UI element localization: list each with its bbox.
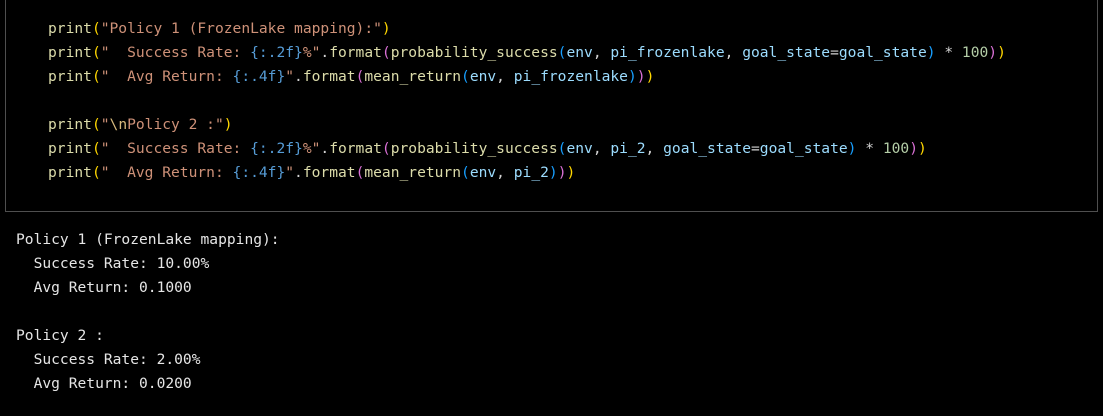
code-token: \n xyxy=(109,116,128,133)
code-token: ) xyxy=(223,116,233,133)
code-token: ( xyxy=(91,116,101,133)
code-token: " xyxy=(285,164,295,181)
code-token: " Success Rate: xyxy=(100,140,251,157)
code-token: env xyxy=(566,44,593,61)
code-token: ) xyxy=(917,140,927,157)
code-token: print xyxy=(48,20,92,37)
code-token: goal_state xyxy=(742,44,831,61)
code-token: {:.2f} xyxy=(250,44,303,61)
code-token: ) xyxy=(997,44,1006,61)
code-line-5: print("\nPolicy 2 :") xyxy=(48,113,233,137)
code-token: . xyxy=(294,164,303,181)
code-token: format xyxy=(329,140,382,157)
code-token: format xyxy=(302,164,356,181)
code-token: pi_2 xyxy=(610,140,646,157)
code-token: ) xyxy=(636,68,646,85)
code-token: = xyxy=(751,140,760,157)
output-line: Avg Return: 0.1000 xyxy=(16,279,192,296)
code-token: %" xyxy=(302,140,321,157)
code-token: * xyxy=(856,140,883,157)
code-token: . xyxy=(294,68,303,85)
code-token: ) xyxy=(909,140,918,157)
code-token: mean_return xyxy=(364,68,462,85)
output-line: Avg Return: 0.0200 xyxy=(16,375,192,392)
code-token: " Avg Return: xyxy=(100,68,233,85)
code-token: pi_2 xyxy=(513,164,549,181)
code-token: goal_state xyxy=(759,140,848,157)
code-token: mean_return xyxy=(364,164,462,181)
code-line-1: print("Policy 1 (FrozenLake mapping):") xyxy=(48,17,391,41)
code-token: ( xyxy=(461,68,470,85)
code-token: print xyxy=(48,164,92,181)
code-token: 100 xyxy=(882,140,910,157)
code-token: ) xyxy=(566,164,576,181)
code-token: ) xyxy=(381,20,391,37)
code-token: print xyxy=(48,68,92,85)
code-line-7: print(" Avg Return: {:.4f}".format(mean_… xyxy=(48,161,575,185)
code-token: format xyxy=(329,44,382,61)
output-line: Success Rate: 2.00% xyxy=(16,351,201,368)
code-token: print xyxy=(48,140,92,157)
code-token: . xyxy=(320,140,330,157)
code-token: ( xyxy=(461,164,470,181)
code-token: ) xyxy=(645,68,655,85)
code-token: pi_frozenlake xyxy=(513,68,628,85)
code-token: ) xyxy=(926,44,936,61)
code-line-3: print(" Avg Return: {:.4f}".format(mean_… xyxy=(48,65,654,89)
code-line-2: print(" Success Rate: {:.2f}%".format(pr… xyxy=(48,41,1006,65)
cell-output: Policy 1 (FrozenLake mapping): Success R… xyxy=(16,228,280,396)
code-token: "Policy 1 (FrozenLake mapping):" xyxy=(100,20,382,37)
output-line: Policy 1 (FrozenLake mapping): xyxy=(16,231,280,248)
code-token: %" xyxy=(302,44,321,61)
code-token: * xyxy=(935,44,962,61)
code-token: env xyxy=(469,68,497,85)
code-token: env xyxy=(469,164,497,181)
code-token: env xyxy=(566,140,593,157)
code-token: ) xyxy=(557,164,567,181)
code-cell[interactable]: print("Policy 1 (FrozenLake mapping):") … xyxy=(5,0,1098,212)
code-token: goal_state xyxy=(838,44,927,61)
code-line-6: print(" Success Rate: {:.2f}%".format(pr… xyxy=(48,137,927,161)
code-token: , xyxy=(496,68,514,85)
code-token: , xyxy=(724,44,743,61)
code-token: , xyxy=(645,140,664,157)
code-token: , xyxy=(592,44,611,61)
code-token: " Success Rate: xyxy=(100,44,251,61)
code-token: {:.4f} xyxy=(232,68,286,85)
code-token: , xyxy=(592,140,611,157)
code-token: " xyxy=(285,68,295,85)
code-token: " xyxy=(100,116,110,133)
code-token: ) xyxy=(548,164,558,181)
code-token: {:.2f} xyxy=(250,140,303,157)
code-token: " Avg Return: xyxy=(100,164,233,181)
code-token: pi_frozenlake xyxy=(610,44,725,61)
code-token: , xyxy=(496,164,514,181)
code-token: print xyxy=(48,116,92,133)
code-token: probability_success xyxy=(390,140,558,157)
code-token: Policy 2 :" xyxy=(127,116,224,133)
code-token: goal_state xyxy=(663,140,751,157)
code-token: {:.4f} xyxy=(232,164,286,181)
output-line: Policy 2 : xyxy=(16,327,104,344)
code-token: ( xyxy=(91,68,101,85)
code-token: 100 xyxy=(961,44,989,61)
code-token: . xyxy=(320,44,330,61)
output-line: Success Rate: 10.00% xyxy=(16,255,210,272)
code-token: ( xyxy=(91,44,101,61)
code-token: print xyxy=(48,44,92,61)
code-token: ( xyxy=(381,140,391,157)
code-token: probability_success xyxy=(390,44,558,61)
code-token: ( xyxy=(91,140,101,157)
code-token: ( xyxy=(381,44,391,61)
code-token: format xyxy=(302,68,356,85)
code-token: = xyxy=(830,44,839,61)
code-token: ( xyxy=(91,20,101,37)
code-token: ) xyxy=(627,68,637,85)
code-token: ) xyxy=(988,44,998,61)
code-token: ( xyxy=(91,164,101,181)
